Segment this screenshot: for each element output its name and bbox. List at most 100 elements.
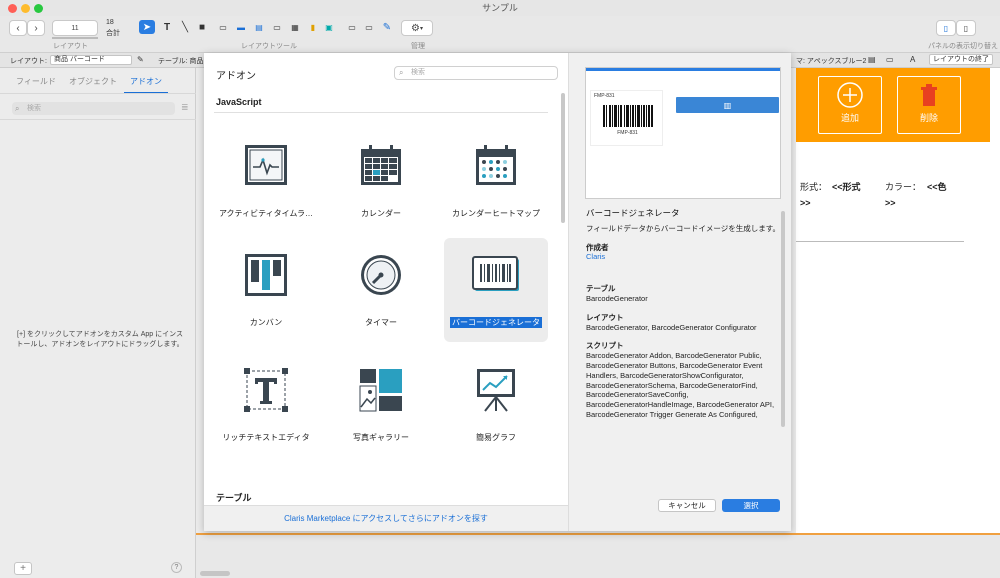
add-button-label: 追加 xyxy=(840,113,859,123)
addon-search-input[interactable]: ⌕ 検索 xyxy=(12,102,175,115)
rich-text-icon xyxy=(244,368,288,412)
layout-group-label: レイアウト xyxy=(53,43,88,50)
marketplace-link[interactable]: Claris Marketplace にアクセスしてさらにアドオンを探す xyxy=(204,513,568,524)
addon-preview-image: FMP-831 FMP-831 ▥ xyxy=(585,67,781,199)
manage-menu-button[interactable]: ⚙ ▾ xyxy=(401,20,433,36)
format-label: 形式： xyxy=(800,182,828,192)
field-tool-icon[interactable]: ▭ xyxy=(216,20,230,34)
right-panel-toggle[interactable]: ▯ xyxy=(956,20,976,36)
preview-top-bar xyxy=(586,68,780,71)
tab-addons[interactable]: アドオン xyxy=(130,76,162,87)
author-link[interactable]: Claris xyxy=(586,252,782,262)
pointer-tool-icon[interactable]: ➤ xyxy=(139,20,155,34)
layout-label: レイアウト: xyxy=(10,58,47,65)
help-button[interactable]: ? xyxy=(171,562,182,573)
inspector-icon[interactable]: ▭ xyxy=(362,20,376,34)
layout-tools-label: レイアウトツール xyxy=(241,43,297,50)
simple-chart-icon xyxy=(477,369,515,412)
addon-dialog: アドオン ⌕ 検索 JavaScript アクティビティタイムラ… カレンダー … xyxy=(204,53,791,531)
addon-list-scrollbar[interactable] xyxy=(561,93,565,223)
addon-name: バーコードジェネレータ xyxy=(586,209,680,218)
color-field-end: >> xyxy=(885,198,896,208)
field-picker-icon[interactable]: ▭ xyxy=(345,20,359,34)
left-panel-toggle[interactable]: ▯ xyxy=(936,20,956,36)
tab-control-icon[interactable]: ▭ xyxy=(270,20,284,34)
portal-tool-icon[interactable]: ▦ xyxy=(288,20,302,34)
addon-rich-text-editor[interactable]: リッチテキストエディタ xyxy=(214,353,318,457)
add-button[interactable]: 追加 xyxy=(818,76,882,134)
theme-icon[interactable]: ▤ xyxy=(868,55,876,64)
web-viewer-icon[interactable]: ▣ xyxy=(322,20,336,34)
field-format-icon[interactable]: ▭ xyxy=(886,55,894,64)
addon-label: カレンダーヒートマップ xyxy=(452,209,540,218)
plus-circle-icon xyxy=(837,82,863,108)
addon-label: カレンダー xyxy=(361,209,401,218)
addon-simple-chart[interactable]: 簡易グラフ xyxy=(444,353,548,457)
record-count-label: 合計 xyxy=(106,30,120,37)
color-field[interactable]: <<色 xyxy=(927,180,947,193)
addon-timer[interactable]: タイマー xyxy=(329,238,433,342)
forward-button[interactable]: › xyxy=(27,20,45,36)
author-heading: 作成者 xyxy=(586,242,609,252)
title-bar: サンプル xyxy=(0,0,1000,16)
text-tool-icon[interactable]: T xyxy=(160,20,174,34)
sidebar-left-icon: ▯ xyxy=(943,23,949,33)
back-button[interactable]: ‹ xyxy=(9,20,27,36)
format-painter-icon[interactable]: ✎ xyxy=(380,20,394,34)
exit-layout-button[interactable]: レイアウトの終了 xyxy=(929,54,993,65)
list-view-icon[interactable]: ≣ xyxy=(181,102,189,113)
record-number-field[interactable]: 11 xyxy=(52,20,98,36)
chart-tool-icon[interactable]: ▮ xyxy=(306,20,320,34)
delete-button[interactable]: 削除 xyxy=(897,76,961,134)
addon-detail-pane: FMP-831 FMP-831 ▥ バーコードジェネレータ フィールドデータから… xyxy=(568,53,791,531)
status-bar xyxy=(196,533,1000,578)
add-addon-button[interactable]: + xyxy=(14,562,32,575)
layout-select-value: 商品 バーコード xyxy=(54,56,105,63)
section-divider xyxy=(214,112,548,113)
addon-activity-timeline[interactable]: アクティビティタイムラ… xyxy=(214,129,318,233)
zoom-window-button[interactable] xyxy=(34,4,43,13)
window-title: サンプル xyxy=(482,3,518,13)
cancel-button[interactable]: キャンセル xyxy=(658,499,716,512)
barcode-icon xyxy=(472,256,519,291)
tab-fields[interactable]: フィールド xyxy=(16,76,56,87)
addon-calendar[interactable]: カレンダー xyxy=(329,129,433,233)
photo-gallery-icon xyxy=(359,369,402,412)
detail-scrollbar[interactable] xyxy=(781,211,785,427)
addon-calendar-heatmap[interactable]: カレンダーヒートマップ xyxy=(444,129,548,233)
horizontal-scrollbar[interactable] xyxy=(200,571,230,576)
shape-tool-icon[interactable]: ■ xyxy=(195,20,209,34)
search-divider xyxy=(0,119,196,120)
chevron-right-icon: › xyxy=(34,22,38,34)
dialog-search-input[interactable]: ⌕ 検索 xyxy=(394,66,558,80)
addon-kanban[interactable]: カンバン xyxy=(214,238,318,342)
kanban-icon xyxy=(245,254,287,296)
font-size-icon[interactable]: A xyxy=(910,55,915,64)
button-tool-icon[interactable]: ▬ xyxy=(234,20,248,34)
minimize-window-button[interactable] xyxy=(21,4,30,13)
layout-select[interactable]: 商品 バーコード xyxy=(50,55,132,65)
button-bar-tool-icon[interactable]: ▤ xyxy=(252,20,266,34)
delete-button-label: 削除 xyxy=(919,113,938,123)
section-table: テーブル xyxy=(216,493,252,503)
tab-divider xyxy=(0,93,196,94)
close-window-button[interactable] xyxy=(8,4,17,13)
record-slider[interactable] xyxy=(52,37,98,39)
table-label: テーブル: 商品 xyxy=(158,58,204,65)
tab-objects[interactable]: オブジェクト xyxy=(69,76,117,87)
manage-label: 管理 xyxy=(411,43,425,50)
line-tool-icon[interactable]: ╲ xyxy=(178,20,192,34)
edit-layout-icon[interactable]: ✎ xyxy=(137,55,144,64)
script-value: BarcodeGenerator Addon, BarcodeGenerator… xyxy=(586,351,775,419)
format-field[interactable]: <<形式 xyxy=(832,180,861,193)
dialog-title: アドオン xyxy=(216,71,256,82)
calendar-icon xyxy=(361,145,401,185)
select-button[interactable]: 選択 xyxy=(722,499,780,512)
addon-label: アクティビティタイムラ… xyxy=(218,209,314,218)
preview-generate-button: ▥ xyxy=(676,97,779,113)
dialog-search-placeholder: 検索 xyxy=(411,69,425,76)
addon-barcode-generator[interactable]: バーコードジェネレータ xyxy=(444,238,548,342)
addon-photo-gallery[interactable]: 写真ギャラリー xyxy=(329,353,433,457)
section-javascript: JavaScript xyxy=(216,97,262,107)
addon-description: フィールドデータからバーコードイメージを生成します。 xyxy=(586,223,780,233)
